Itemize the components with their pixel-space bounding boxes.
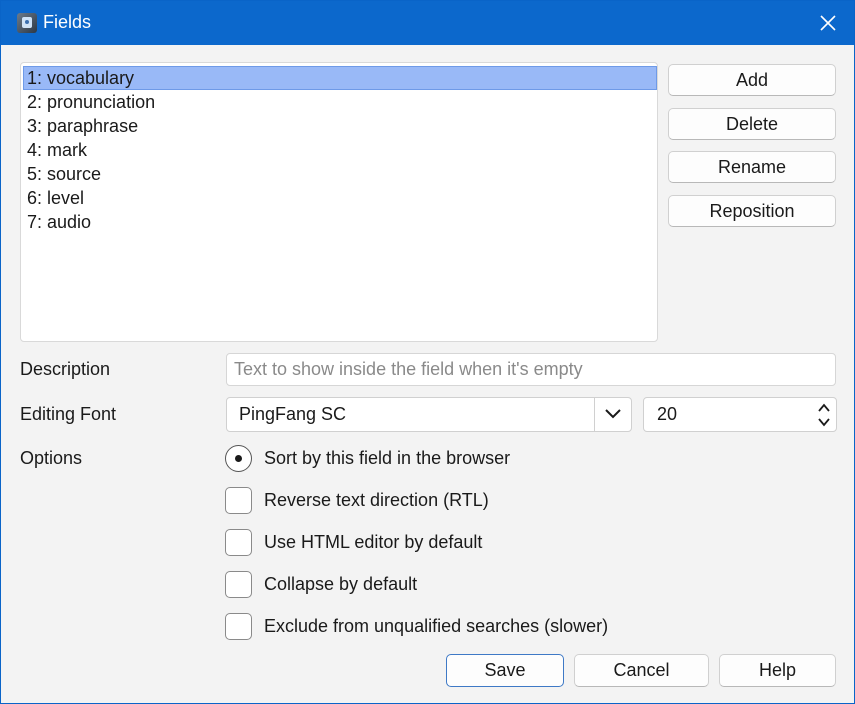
checkbox[interactable] [225, 613, 252, 640]
reposition-button[interactable]: Reposition [668, 195, 836, 227]
collapse-label: Collapse by default [264, 574, 418, 594]
sort-by-field-label: Sort by this field in the browser [264, 448, 511, 468]
list-item[interactable]: 1: vocabulary [23, 66, 657, 90]
checkbox[interactable] [225, 487, 252, 514]
save-button[interactable]: Save [446, 654, 564, 687]
combo-divider [594, 398, 595, 431]
cancel-button[interactable]: Cancel [574, 654, 709, 687]
exclude-search-label: Exclude from unqualified searches (slowe… [264, 616, 609, 636]
editing-font-label: Editing Font [20, 404, 117, 424]
list-item[interactable]: 2: pronunciation [23, 90, 657, 114]
radio-button[interactable] [225, 445, 252, 472]
fields-dialog: Fields 1: vocabulary 2: pronunciation 3:… [0, 0, 855, 704]
list-item[interactable]: 3: paraphrase [23, 114, 657, 138]
delete-button[interactable]: Delete [668, 108, 836, 140]
window-title: Fields [43, 12, 92, 32]
options-label: Options [20, 448, 83, 468]
font-size-spinbox[interactable]: 20 [643, 397, 837, 432]
checkbox[interactable] [225, 571, 252, 598]
chevron-down-icon[interactable] [603, 406, 623, 422]
fields-list[interactable]: 1: vocabulary 2: pronunciation 3: paraph… [20, 62, 658, 342]
chevron-down-icon[interactable] [816, 415, 832, 429]
description-label: Description [20, 359, 111, 379]
close-icon [820, 15, 836, 31]
list-item[interactable]: 4: mark [23, 138, 657, 162]
help-button[interactable]: Help [719, 654, 836, 687]
list-item[interactable]: 6: level [23, 186, 657, 210]
font-size-value: 20 [657, 404, 678, 424]
checkbox[interactable] [225, 529, 252, 556]
close-button[interactable] [816, 11, 840, 35]
font-name-value: PingFang SC [239, 404, 347, 424]
radio-dot [235, 455, 242, 462]
anki-app-icon [17, 13, 37, 33]
add-button[interactable]: Add [668, 64, 836, 96]
title-bar: Fields [1, 1, 854, 45]
rtl-label: Reverse text direction (RTL) [264, 490, 489, 510]
chevron-up-icon[interactable] [816, 401, 832, 415]
rename-button[interactable]: Rename [668, 151, 836, 183]
list-item[interactable]: 5: source [23, 162, 657, 186]
list-item[interactable]: 7: audio [23, 210, 657, 234]
editing-font-select[interactable]: PingFang SC [226, 397, 632, 432]
description-input[interactable] [226, 353, 836, 386]
html-editor-label: Use HTML editor by default [264, 532, 483, 552]
